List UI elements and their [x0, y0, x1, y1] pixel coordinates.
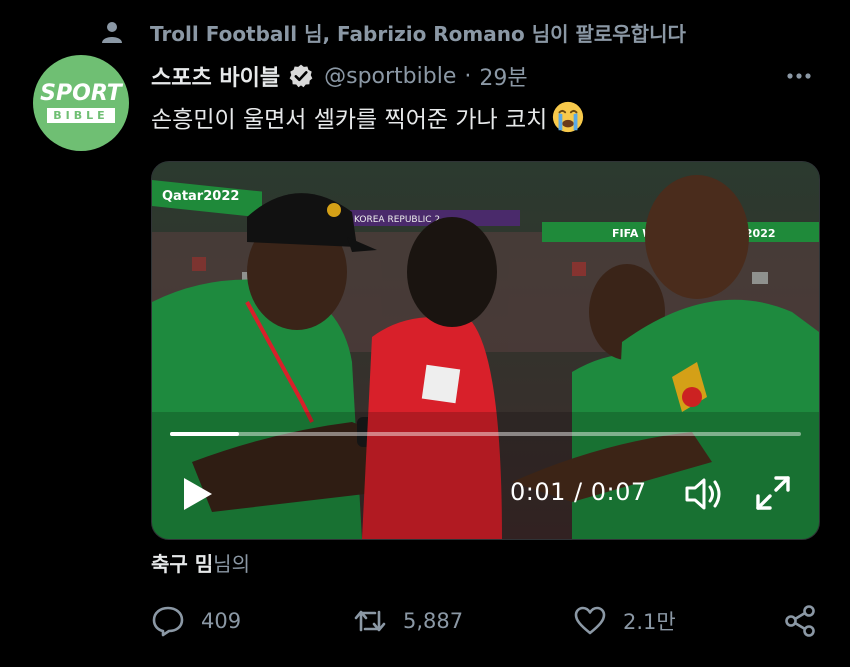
social-context: Troll Football 님, Fabrizio Romano 님이 팔로우… [100, 16, 686, 48]
tweet-body: 손흥민이 울면서 셀카를 찍어준 가나 코치 [151, 107, 548, 133]
like-button[interactable]: 2.1만 [573, 598, 676, 644]
retweet-count: 5,887 [403, 609, 464, 633]
tweet-text: 손흥민이 울면서 셀카를 찍어준 가나 코치 [151, 100, 585, 134]
loudly-crying-face-emoji [553, 101, 584, 133]
fullscreen-icon[interactable] [754, 474, 792, 512]
reply-button[interactable]: 409 [151, 598, 241, 644]
retweet-button[interactable]: 5,887 [353, 598, 463, 644]
video-duration: 0:07 [590, 478, 647, 506]
video-progress-bar[interactable] [170, 432, 801, 436]
author-display-name[interactable]: 스포츠 바이블 [151, 60, 280, 92]
tweet-header: 스포츠 바이블 @sportbible · 29분 [151, 58, 820, 94]
avatar-logo-text: SPORT [40, 81, 122, 106]
more-options-icon[interactable] [784, 62, 814, 90]
social-context-text[interactable]: Troll Football 님, Fabrizio Romano 님이 팔로우… [150, 18, 686, 47]
volume-icon[interactable] [684, 476, 724, 512]
retweet-icon [354, 610, 386, 632]
banner-left-text: Qatar2022 [162, 189, 239, 204]
video-progress-fill [170, 432, 240, 436]
like-count: 2.1만 [623, 610, 676, 634]
person-icon [102, 22, 122, 43]
video-player[interactable]: Qatar2022 FIFA World Cup Qatar2022 KOREA… [151, 161, 820, 540]
verified-badge-icon [289, 64, 313, 88]
liked-by-name[interactable]: 축구 밈 [151, 552, 213, 576]
play-icon[interactable] [180, 476, 214, 512]
heart-icon [574, 606, 606, 635]
reply-count: 409 [201, 609, 242, 633]
author-handle[interactable]: @sportbible [324, 64, 456, 89]
liked-by-suffix: 님의 [213, 552, 250, 576]
avatar-logo-subtext: BIBLE [47, 108, 115, 123]
video-time-separator: / [565, 478, 591, 506]
share-icon [785, 605, 815, 637]
separator-dot: · [464, 63, 472, 89]
tweet-actions: 409 5,887 2.1만 [151, 598, 821, 644]
tweet-timestamp[interactable]: 29분 [479, 60, 527, 92]
video-current-time: 0:01 [510, 478, 566, 506]
share-button[interactable] [783, 598, 817, 644]
video-time-readout: 0:01 / 0:07 [510, 478, 647, 506]
reply-icon [152, 606, 184, 637]
scoreboard-text: KOREA REPUBLIC 2 [354, 215, 440, 225]
avatar[interactable]: SPORT BIBLE [33, 55, 129, 151]
liked-by-line: 축구 밈님의 [151, 548, 250, 577]
